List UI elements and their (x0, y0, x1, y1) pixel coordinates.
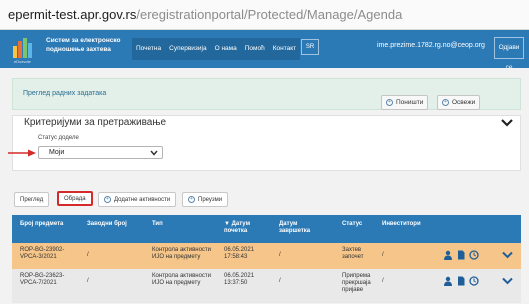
table-row[interactable]: ROP-BG-23623-VPCA-7/2021 / Контрола акти… (12, 269, 521, 303)
tab-take-over-label: Преузми (198, 196, 223, 203)
criteria-title: Критеријуми за претраживање (24, 117, 167, 128)
cell-number: ROP-BG-23902-VPCA-3/2021 (20, 247, 65, 260)
tab-additional-label: Додатне активности (114, 196, 171, 203)
nav-contact[interactable]: Контакт (269, 38, 300, 60)
tab-take-over[interactable]: + Преузми (182, 192, 229, 207)
cell-end: / (279, 252, 281, 258)
cell-start: 06.05.2021 13:37:50 (224, 273, 255, 286)
person-icon[interactable] (443, 250, 453, 260)
refresh-label: Освежи (452, 99, 476, 106)
tab-overview-label: Преглед (20, 196, 44, 203)
col-investors[interactable]: Инвеститори (382, 221, 421, 228)
url-text[interactable]: epermit-test.apr.gov.rs/eregistrationpor… (8, 7, 402, 22)
nav-help[interactable]: Помоћ (241, 38, 269, 60)
col-status[interactable]: Статус (342, 221, 362, 228)
cell-investors: / (382, 252, 384, 258)
language-button[interactable]: SR (301, 39, 319, 55)
tab-processing[interactable]: Обрада (57, 191, 93, 206)
col-reg-number[interactable]: Заводни број (87, 221, 127, 228)
search-criteria-panel: Критеријуми за претраживање Статус додел… (12, 95, 521, 171)
document-icon[interactable] (456, 250, 466, 260)
col-number[interactable]: Број предмета (20, 221, 63, 228)
refresh-button[interactable]: + Освежи (437, 95, 481, 110)
document-icon[interactable] (456, 276, 466, 286)
cell-reg: / (87, 278, 89, 284)
nav-about[interactable]: О нама (211, 38, 241, 60)
cell-reg: / (87, 252, 89, 258)
main-content: Преглед радних задатака Критеријуми за п… (0, 68, 529, 304)
status-label: Статус доделе (38, 135, 79, 141)
status-select-value: Моји (49, 149, 65, 156)
row-actions (443, 276, 479, 286)
chevron-down-icon[interactable] (502, 251, 513, 259)
nav-home[interactable]: Почетна (132, 38, 165, 60)
cell-start: 06.05.2021 17:58:43 (224, 247, 255, 260)
tab-additional-activities[interactable]: + Додатне активности (98, 192, 177, 207)
logout-button[interactable]: Одјави се (494, 37, 524, 71)
table-row[interactable]: ROP-BG-23902-VPCA-3/2021 / Контрола акти… (12, 243, 521, 269)
tasks-table: Број предмета Заводни број Тип ▼ Датум п… (12, 215, 521, 303)
person-icon[interactable] (443, 276, 453, 286)
table-header: Број предмета Заводни број Тип ▼ Датум п… (12, 215, 521, 243)
nav-supervision[interactable]: Супервизија (165, 38, 210, 60)
edozvole-logo-icon (13, 38, 32, 58)
clock-icon[interactable] (469, 250, 479, 260)
row-actions (443, 250, 479, 260)
cell-type: Контрола активности ИЈО на предмету (152, 247, 212, 260)
col-end-date[interactable]: Датум завршетка (279, 221, 323, 235)
logo-wordmark: eDozvole (14, 59, 31, 64)
annotation-arrow-icon (8, 149, 36, 157)
plus-circle-icon: + (188, 196, 195, 203)
plus-circle-icon: + (104, 196, 111, 203)
site-header: eDozvole Систем за електронско подношење… (0, 30, 529, 71)
clock-icon[interactable] (469, 276, 479, 286)
cancel-icon: + (386, 99, 393, 106)
col-start-date[interactable]: ▼ Датум почетка (224, 221, 268, 235)
cell-end: / (279, 278, 281, 284)
chevron-down-icon[interactable] (501, 118, 513, 128)
cell-number: ROP-BG-23623-VPCA-7/2021 (20, 273, 65, 286)
tab-overview[interactable]: Преглед (14, 192, 50, 207)
user-email: ime.prezime.1782.rg.no@ceop.org (377, 42, 485, 49)
chevron-down-icon[interactable] (502, 277, 513, 285)
url-host: epermit-test.apr.gov.rs (8, 7, 137, 22)
logo-text-line1: Систем за електронско (46, 37, 121, 44)
cancel-label: Поништи (396, 99, 424, 106)
cell-status: Захтев започет (342, 247, 364, 260)
select-chevron-icon (150, 150, 158, 156)
overview-title: Преглед радних задатака (23, 90, 107, 97)
browser-url-bar[interactable]: epermit-test.apr.gov.rs/eregistrationpor… (0, 0, 529, 30)
main-nav: Почетна Супервизија О нама Помоћ Контакт (132, 38, 301, 60)
cell-status: Припрема прекршаја пријаве (342, 273, 371, 293)
refresh-icon: + (442, 99, 449, 106)
logo-text-line2: подношење захтева (46, 46, 111, 53)
col-type[interactable]: Тип (152, 221, 163, 228)
url-path: /eregistrationportal/Protected/Manage/Ag… (136, 7, 403, 22)
cell-investors: / (382, 278, 384, 284)
cell-type: Контрола активности ИЈО на предмету (152, 273, 212, 286)
tab-processing-label: Обрада (64, 195, 86, 202)
logo-text: Систем за електронско подношење захтева (46, 36, 136, 54)
cancel-button[interactable]: + Поништи (381, 95, 429, 110)
status-select[interactable]: Моји (38, 146, 163, 159)
